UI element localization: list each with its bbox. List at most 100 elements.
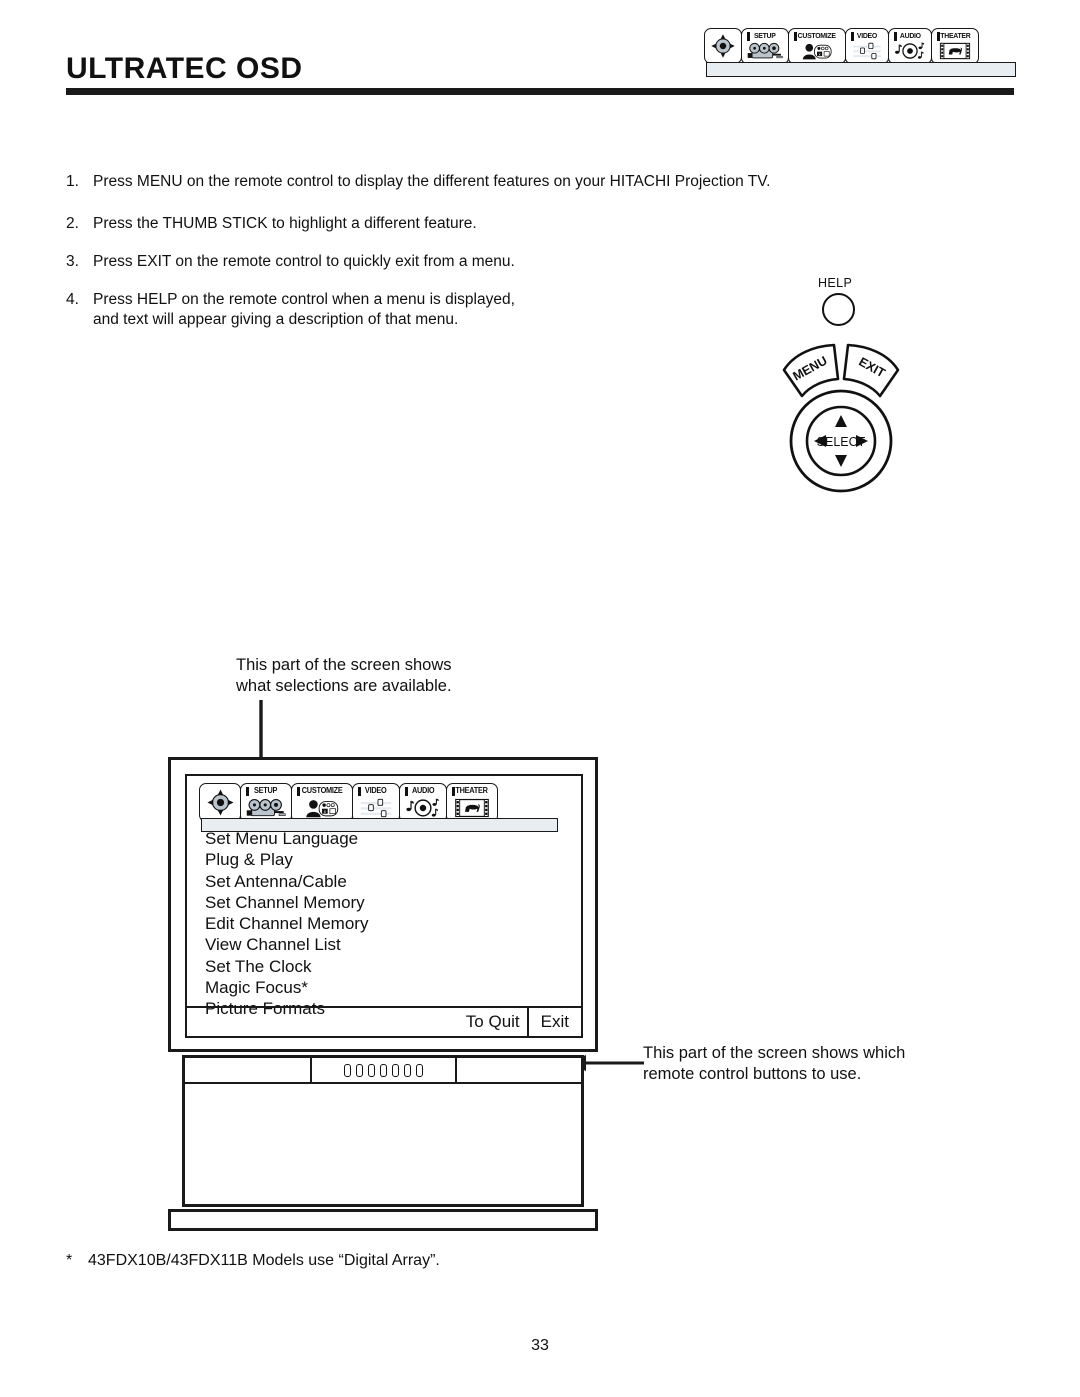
to-quit-label: To Quit — [465, 1012, 520, 1031]
tv-front-button[interactable] — [355, 1063, 363, 1077]
osd-tab-customize[interactable]: CUSTOMIZE x — [788, 28, 846, 64]
instruction-text: Press MENU on the remote control to disp… — [93, 173, 771, 190]
osd-menu-list: Set Menu Language Plug & Play Set Antenn… — [205, 828, 368, 1020]
tv-base — [168, 1209, 598, 1231]
osd-tab-label-video: VIDEO — [856, 31, 878, 40]
osd-tab-nav[interactable] — [704, 28, 742, 64]
annotation-top-line1: This part of the screen shows — [236, 656, 452, 674]
audio-disc-icon — [889, 40, 931, 64]
tv-front-button[interactable] — [379, 1063, 387, 1077]
menu-item-plug-and-play[interactable]: Plug & Play — [205, 849, 368, 870]
menu-item-set-the-clock[interactable]: Set The Clock — [205, 956, 368, 977]
page-title: ULTRATEC OSD — [66, 52, 303, 85]
osd-tab-audio[interactable]: AUDIO — [399, 783, 447, 822]
tab-marker — [452, 787, 455, 796]
tv-front-button[interactable] — [367, 1063, 375, 1077]
instruction-item-4-cont: and text will appear giving a descriptio… — [66, 310, 946, 330]
instruction-number: 1. — [66, 173, 79, 190]
tv-control-right-panel — [457, 1058, 582, 1082]
osd-tab-nav[interactable] — [199, 783, 241, 822]
tab-marker — [747, 32, 750, 41]
osd-tab-label-video: VIDEO — [365, 786, 387, 795]
osd-tab-label-audio: AUDIO — [411, 786, 435, 795]
instruction-item-2: 2. Press the THUMB STICK to highlight a … — [66, 214, 946, 234]
tv-front-buttons[interactable] — [312, 1058, 457, 1082]
thumbstick-icon — [705, 29, 741, 63]
instruction-number: 2. — [66, 215, 79, 232]
annotation-top-line2: what selections are available. — [236, 677, 452, 695]
tab-marker — [894, 32, 897, 41]
tv-front-button[interactable] — [343, 1063, 351, 1077]
help-button-label: HELP — [818, 276, 853, 290]
tab-marker — [794, 32, 797, 41]
tab-marker — [297, 787, 300, 796]
osd-tab-customize[interactable]: CUSTOMIZE x — [291, 783, 353, 822]
exit-key-hint: Exit — [526, 1008, 581, 1036]
remote-control-diagram: MENU EXIT SELECT — [782, 343, 900, 493]
osd-tab-label-theater: THEATER — [939, 31, 971, 40]
tv-lower-cabinet — [182, 1055, 584, 1207]
footnote-text: 43FDX10B/43FDX11B Models use “Digital Ar… — [88, 1252, 440, 1269]
menu-button: MENU — [782, 343, 840, 398]
menu-item-edit-channel-memory[interactable]: Edit Channel Memory — [205, 913, 368, 934]
tab-marker — [937, 32, 940, 41]
osd-tabstrip: SETUP CUSTOMIZE x VIDEO AUDIO THEATER — [199, 783, 498, 822]
instruction-text: and text will appear giving a descriptio… — [93, 311, 459, 328]
select-label: SELECT — [817, 435, 866, 449]
setup-camera-icon — [742, 40, 788, 64]
menu-item-set-antenna-cable[interactable]: Set Antenna/Cable — [205, 871, 368, 892]
menu-item-magic-focus[interactable]: Magic Focus* — [205, 977, 368, 998]
menu-item-set-menu-language[interactable]: Set Menu Language — [205, 828, 368, 849]
thumbstick-select-control: SELECT — [789, 389, 893, 493]
annotation-right: This part of the screen shows which remo… — [643, 1043, 905, 1085]
video-sliders-icon — [846, 40, 888, 64]
osd-tab-video[interactable]: VIDEO — [845, 28, 889, 64]
instruction-text: Press HELP on the remote control when a … — [93, 291, 515, 308]
tab-marker — [246, 787, 249, 796]
annotation-top: This part of the screen shows what selec… — [236, 655, 452, 697]
osd-quit-bar: To Quit Exit — [187, 1006, 581, 1036]
instruction-item-1: 1. Press MENU on the remote control to d… — [66, 172, 946, 192]
osd-tab-theater[interactable]: THEATER — [446, 783, 498, 822]
header-strip-underbar — [706, 62, 1016, 77]
tab-marker — [358, 787, 361, 796]
osd-tab-audio[interactable]: AUDIO — [888, 28, 932, 64]
instruction-item-4: 4. Press HELP on the remote control when… — [66, 290, 946, 310]
menu-item-set-channel-memory[interactable]: Set Channel Memory — [205, 892, 368, 913]
osd-tab-label-customize: CUSTOMIZE — [301, 786, 343, 795]
tv-front-button[interactable] — [391, 1063, 399, 1077]
osd-tab-setup[interactable]: SETUP — [741, 28, 789, 64]
instruction-text: Press the THUMB STICK to highlight a dif… — [93, 215, 477, 232]
tv-control-left-panel — [185, 1058, 312, 1082]
tv-cabinet: SETUP CUSTOMIZE x VIDEO AUDIO THEATER Se… — [168, 757, 598, 1052]
osd-tab-label-setup: SETUP — [254, 786, 278, 795]
tab-marker — [405, 787, 408, 796]
osd-tab-setup[interactable]: SETUP — [240, 783, 292, 822]
tv-front-button[interactable] — [403, 1063, 411, 1077]
exit-button: EXIT — [842, 343, 900, 398]
tv-front-button[interactable] — [415, 1063, 423, 1077]
header-tabstrip: SETUP CUSTOMIZE x VIDEO AUDIO THEATER — [704, 28, 979, 64]
osd-tab-label-audio: AUDIO — [899, 31, 921, 40]
tv-screen: SETUP CUSTOMIZE x VIDEO AUDIO THEATER Se… — [185, 774, 583, 1038]
instruction-number: 4. — [66, 291, 79, 308]
instruction-text: Press EXIT on the remote control to quic… — [93, 253, 515, 270]
osd-tab-video[interactable]: VIDEO — [352, 783, 400, 822]
page-number: 33 — [531, 1337, 549, 1354]
svg-text:x: x — [819, 53, 821, 57]
osd-tab-label-setup: SETUP — [754, 31, 776, 40]
help-button[interactable] — [822, 293, 855, 326]
thumbstick-icon — [200, 784, 240, 821]
tv-control-row — [185, 1058, 581, 1084]
osd-tab-theater[interactable]: THEATER — [931, 28, 979, 64]
footnote: * 43FDX10B/43FDX11B Models use “Digital … — [66, 1252, 440, 1270]
instruction-item-3: 3. Press EXIT on the remote control to q… — [66, 252, 946, 272]
menu-item-view-channel-list[interactable]: View Channel List — [205, 934, 368, 955]
tab-marker — [851, 32, 854, 41]
osd-tab-label-customize: CUSTOMIZE — [797, 31, 837, 40]
tv-diagram: SETUP CUSTOMIZE x VIDEO AUDIO THEATER Se… — [168, 757, 598, 1247]
annotation-right-line1: This part of the screen shows which — [643, 1044, 906, 1062]
header-divider — [66, 88, 1014, 95]
footnote-marker: * — [66, 1252, 73, 1269]
theater-filmstrip-icon — [932, 40, 978, 64]
